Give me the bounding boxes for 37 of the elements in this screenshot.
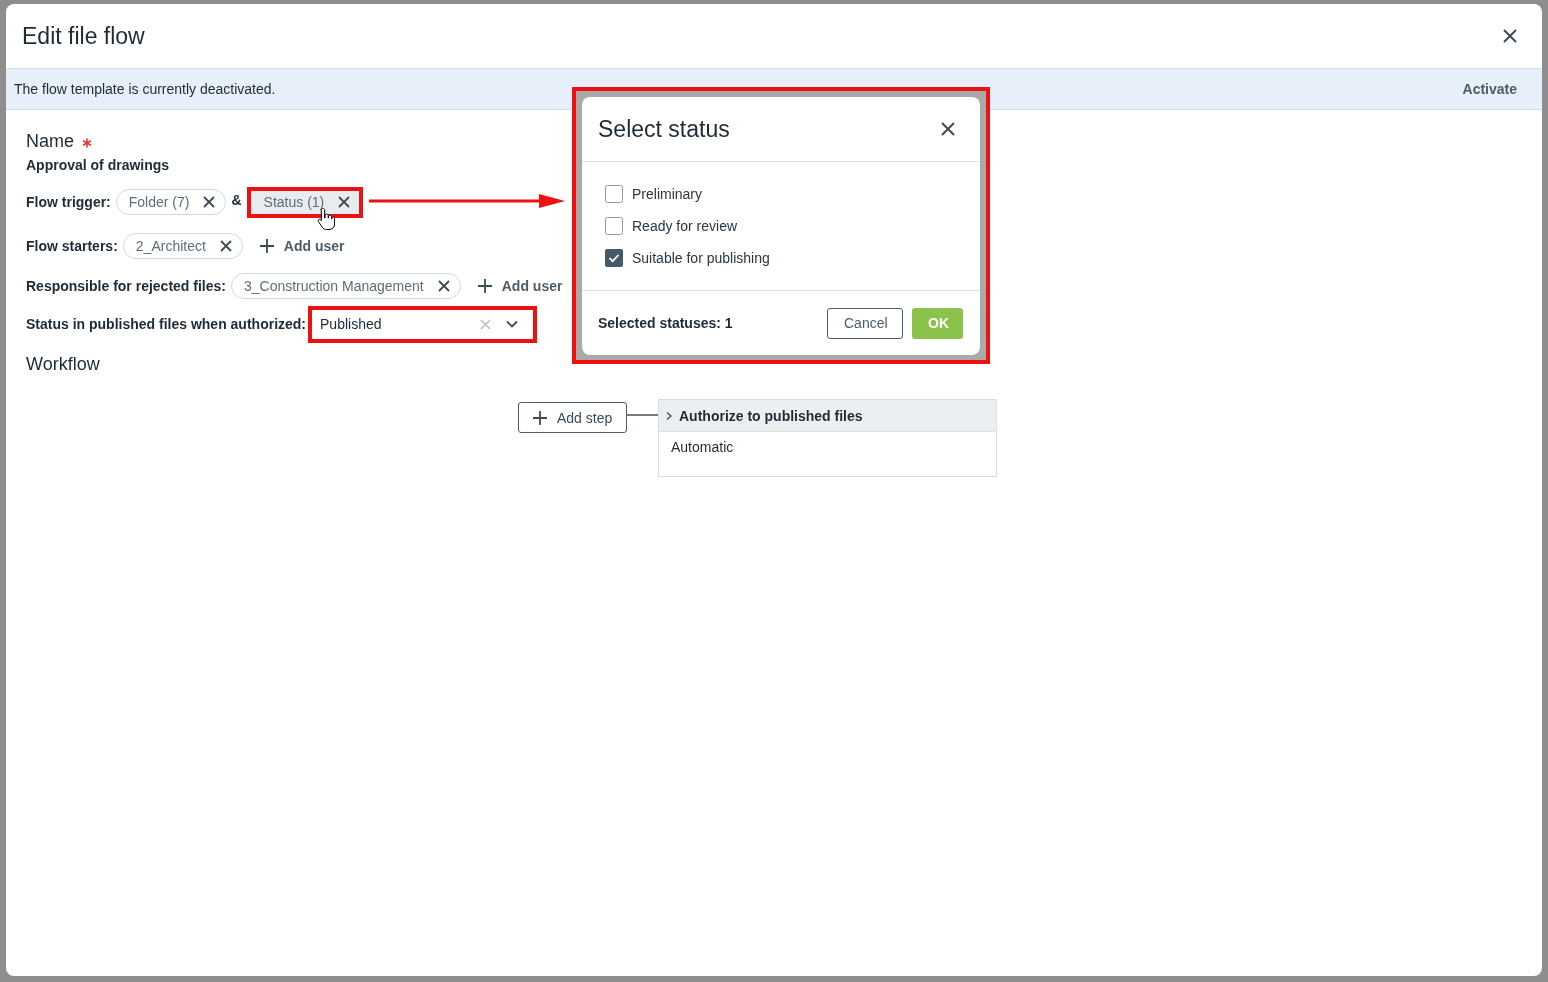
step-detail: Automatic xyxy=(671,439,734,455)
close-icon[interactable] xyxy=(1503,29,1517,43)
checkbox-label: Suitable for publishing xyxy=(632,250,770,266)
dialog-title: Edit file flow xyxy=(22,22,145,50)
field-label: Responsible for rejected files: xyxy=(26,278,226,294)
field-label: Status in published files when authorized: xyxy=(26,316,307,332)
remove-icon[interactable] xyxy=(219,240,232,252)
field-label: Flow starters: xyxy=(26,238,118,254)
remove-icon[interactable] xyxy=(203,196,216,208)
field-label: Flow trigger: xyxy=(26,194,111,210)
checkbox[interactable] xyxy=(605,217,623,235)
chevron-icon[interactable] xyxy=(665,411,673,420)
remove-icon[interactable] xyxy=(437,280,450,292)
activate-button[interactable]: Activate xyxy=(1462,81,1517,97)
plus-icon xyxy=(477,279,492,293)
add-user-button[interactable]: Add user xyxy=(477,278,563,294)
close-icon[interactable] xyxy=(941,122,955,136)
selection-count: Selected statuses: 1 xyxy=(598,315,734,331)
add-user-button[interactable]: Add user xyxy=(259,238,345,254)
chevron-down-icon[interactable] xyxy=(506,320,519,328)
add-step-button[interactable]: Add step xyxy=(518,402,627,433)
checkbox-label: Preliminary xyxy=(632,186,702,202)
remove-icon[interactable] xyxy=(338,196,351,208)
banner-message: The flow template is currently deactivated. xyxy=(14,81,276,97)
checkbox[interactable] xyxy=(605,249,623,267)
plus-icon xyxy=(533,410,547,425)
field-label: Name xyxy=(26,130,74,152)
cancel-button[interactable]: Cancel xyxy=(827,307,903,339)
step-header[interactable]: Authorize to published files xyxy=(659,400,996,432)
checkbox-label: Ready for review xyxy=(632,218,738,234)
section-heading: Workflow xyxy=(26,353,101,375)
checkbox[interactable] xyxy=(605,185,623,203)
popup-title: Select status xyxy=(598,115,730,143)
joiner-text: & xyxy=(231,192,242,208)
connector-line xyxy=(627,414,658,416)
field-value: Approval of drawings xyxy=(26,156,171,174)
plus-icon xyxy=(259,239,274,253)
